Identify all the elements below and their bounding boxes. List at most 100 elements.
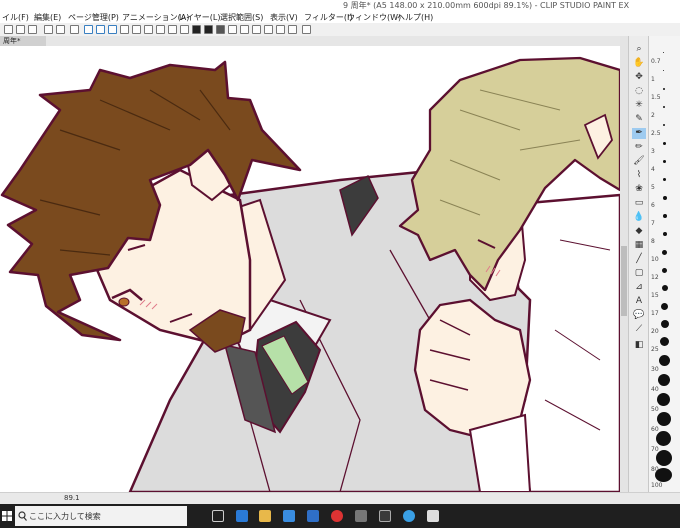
vertical-scrollbar[interactable] <box>620 36 628 492</box>
menu-selection[interactable]: 選択範囲(S) <box>220 12 263 23</box>
brush-tool-shortcut-icon[interactable] <box>96 25 105 34</box>
brush-size-item[interactable]: 10 <box>651 256 659 263</box>
search-placeholder: ここに入力して検索 <box>29 512 101 521</box>
brush-size-item[interactable]: 3 <box>651 148 655 155</box>
menu-filter[interactable]: フィルター(I) <box>304 12 352 23</box>
store-icon[interactable] <box>283 510 295 522</box>
brush-size-dot <box>663 214 667 218</box>
brush-size-item[interactable]: 4 <box>651 166 655 173</box>
white-swatch-icon[interactable] <box>228 25 237 34</box>
airbrush-tool-icon[interactable]: ⌇ <box>632 170 646 181</box>
brush-size-dot <box>663 160 666 163</box>
undo-icon[interactable] <box>44 25 53 34</box>
color-swatch-icon[interactable]: ◧ <box>632 340 646 351</box>
canvas-tab-label: 周年* <box>3 37 21 45</box>
settings-app-icon[interactable] <box>355 510 367 522</box>
blend-tool-icon[interactable]: 💧 <box>632 212 646 223</box>
text-tool-icon[interactable]: A <box>632 296 646 307</box>
browser-app-icon[interactable] <box>331 510 343 522</box>
brush-size-item[interactable]: 1.5 <box>651 94 661 101</box>
brush-size-item[interactable]: 100 <box>651 482 662 489</box>
fill-tool-icon[interactable]: ◆ <box>632 226 646 237</box>
brush-size-item[interactable]: 1 <box>651 76 655 83</box>
menu-help[interactable]: ヘルプ(H) <box>397 12 433 23</box>
windows-start-button[interactable] <box>0 504 14 528</box>
eraser-tool-icon[interactable]: ▭ <box>632 198 646 209</box>
black-swatch-icon[interactable] <box>192 25 201 34</box>
brush-size-item[interactable]: 15 <box>651 292 659 299</box>
grey-swatch-icon[interactable] <box>216 25 225 34</box>
brush-size-item[interactable]: 5 <box>651 184 655 191</box>
clear-icon[interactable] <box>70 25 79 34</box>
menu-edit[interactable]: 編集(E) <box>34 12 61 23</box>
brush-size-item[interactable]: 7 <box>651 220 655 227</box>
brush-size-item[interactable]: 0.7 <box>651 58 661 65</box>
frame-tool-icon[interactable]: ▢ <box>632 268 646 279</box>
correct-line-tool-icon[interactable]: ⟋ <box>632 324 646 335</box>
copy-icon[interactable] <box>132 25 141 34</box>
menu-window[interactable]: ウィンドウ(W) <box>347 12 401 23</box>
save-icon[interactable] <box>28 25 37 34</box>
brush-size-item[interactable]: 30 <box>651 366 659 373</box>
zoom-tool-icon[interactable]: ⌕ <box>632 44 646 55</box>
fit-icon[interactable] <box>264 25 273 34</box>
fill-icon[interactable] <box>168 25 177 34</box>
brush-size-item[interactable]: 50 <box>651 406 659 413</box>
zoom-out-icon[interactable] <box>288 25 297 34</box>
edge-browser-icon[interactable] <box>236 510 248 522</box>
balloon-tool-icon[interactable]: 💬 <box>632 310 646 321</box>
task-view-icon[interactable] <box>212 510 224 522</box>
auto-select-tool-icon[interactable]: ✳ <box>632 100 646 111</box>
flip-icon[interactable] <box>252 25 261 34</box>
taskbar-search-box[interactable]: ここに入力して検索 <box>15 506 187 526</box>
paste-icon[interactable] <box>144 25 153 34</box>
brush-size-item[interactable]: 6 <box>651 202 655 209</box>
pen-tool-shortcut-icon[interactable] <box>84 25 93 34</box>
dark-swatch-icon[interactable] <box>204 25 213 34</box>
layer-icon[interactable] <box>180 25 189 34</box>
decoration-tool-icon[interactable]: ❀ <box>632 184 646 195</box>
open-icon[interactable] <box>16 25 25 34</box>
transform-icon[interactable] <box>120 25 129 34</box>
canvas-tab[interactable]: 周年* <box>0 36 46 46</box>
hand-tool-icon[interactable]: ✋ <box>632 58 646 69</box>
move-tool-icon[interactable]: ✥ <box>632 72 646 83</box>
brush-tool-icon[interactable]: 🖌 <box>632 156 646 167</box>
more-icon[interactable] <box>302 25 311 34</box>
brush-size-item[interactable]: 2.5 <box>651 130 661 137</box>
menu-view[interactable]: 表示(V) <box>270 12 298 23</box>
pencil-tool-icon[interactable]: ✏ <box>632 142 646 153</box>
windows-taskbar: ここに入力して検索 <box>0 504 680 528</box>
menu-file[interactable]: イル(F) <box>2 12 29 23</box>
cut-icon[interactable] <box>156 25 165 34</box>
new-file-icon[interactable] <box>4 25 13 34</box>
file-explorer-icon[interactable] <box>259 510 271 522</box>
media-app-icon[interactable] <box>379 510 391 522</box>
zoom-in-icon[interactable] <box>276 25 285 34</box>
menu-page[interactable]: ページ管理(P) <box>68 12 119 23</box>
brush-size-item[interactable]: 2 <box>651 112 655 119</box>
brush-size-dot <box>663 106 665 108</box>
brush-size-item[interactable]: 25 <box>651 346 659 353</box>
lasso-tool-icon[interactable]: ◌ <box>632 86 646 97</box>
ruler-tool-icon[interactable]: ⊿ <box>632 282 646 293</box>
rotate-icon[interactable] <box>240 25 249 34</box>
chat-app-icon[interactable] <box>403 510 415 522</box>
eyedropper-tool-icon[interactable]: ✎ <box>632 114 646 125</box>
brush-size-item[interactable]: 20 <box>651 328 659 335</box>
menu-layer[interactable]: レイヤー(L) <box>178 12 220 23</box>
zoom-level[interactable]: 89.1 <box>64 494 80 502</box>
gradient-tool-icon[interactable]: ▦ <box>632 240 646 251</box>
canvas[interactable] <box>0 46 620 492</box>
mail-icon[interactable] <box>307 510 319 522</box>
scroll-thumb[interactable] <box>621 246 627 316</box>
redo-icon[interactable] <box>56 25 65 34</box>
airbrush-shortcut-icon[interactable] <box>108 25 117 34</box>
pen-tool-icon[interactable]: ✒ <box>632 128 646 139</box>
brush-size-item[interactable]: 12 <box>651 274 659 281</box>
brush-size-item[interactable]: 17 <box>651 310 659 317</box>
brush-size-item[interactable]: 8 <box>651 238 655 245</box>
figure-tool-icon[interactable]: ╱ <box>632 254 646 265</box>
brush-size-item[interactable]: 40 <box>651 386 659 393</box>
clip-studio-icon[interactable] <box>427 510 439 522</box>
